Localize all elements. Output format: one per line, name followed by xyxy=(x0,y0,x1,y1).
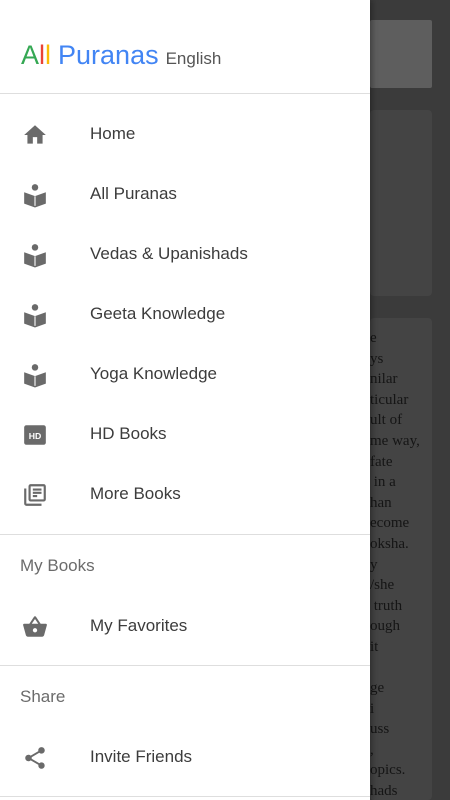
menu-item-label: Invite Friends xyxy=(90,747,193,766)
menu-item-label: More Books xyxy=(90,484,181,503)
background-text-card: e ys nilar ticular ult of me way, fate i… xyxy=(370,318,432,800)
logo-puranas: Puranas xyxy=(58,40,159,70)
section-divider xyxy=(0,665,370,666)
menu-item-label: Yoga Knowledge xyxy=(90,364,217,383)
app-logo: All Puranas English xyxy=(21,40,221,80)
background-card xyxy=(370,110,432,296)
section-title-my-books: My Books xyxy=(20,556,95,575)
menu-item-label: Geeta Knowledge xyxy=(90,304,226,323)
menu-item-invite-friends[interactable]: Invite Friends xyxy=(0,727,370,787)
menu-item-label: Home xyxy=(90,124,136,143)
menu-item-label: All Puranas xyxy=(90,184,177,203)
bottom-divider xyxy=(0,796,370,797)
menu-item-hd-books[interactable]: HD HD Books xyxy=(0,404,370,464)
book-reader-icon xyxy=(22,242,48,268)
section-divider xyxy=(0,534,370,535)
menu-item-label: HD Books xyxy=(90,424,167,443)
background-header xyxy=(370,20,432,88)
menu-item-home[interactable]: Home xyxy=(0,104,370,164)
header-divider xyxy=(0,93,370,94)
book-reader-icon xyxy=(22,362,48,388)
menu-item-my-favorites[interactable]: My Favorites xyxy=(0,596,370,656)
menu-item-label: My Favorites xyxy=(90,616,188,635)
menu-item-label: Vedas & Upanishads xyxy=(90,244,248,263)
menu-item-geeta-knowledge[interactable]: Geeta Knowledge xyxy=(0,284,370,344)
share-icon xyxy=(22,745,48,771)
home-icon xyxy=(22,122,48,148)
navigation-drawer: All Puranas English Home All Puranas Ved… xyxy=(0,0,370,800)
menu-item-yoga-knowledge[interactable]: Yoga Knowledge xyxy=(0,344,370,404)
section-title-share: Share xyxy=(20,687,66,706)
menu-item-all-puranas[interactable]: All Puranas xyxy=(0,164,370,224)
logo-language: English xyxy=(165,49,222,68)
logo-all: All xyxy=(21,40,52,70)
hd-icon: HD xyxy=(22,422,48,448)
library-books-icon xyxy=(22,482,48,508)
basket-icon xyxy=(22,614,48,640)
book-reader-icon xyxy=(22,182,48,208)
menu-item-more-books[interactable]: More Books xyxy=(0,464,370,524)
svg-text:HD: HD xyxy=(29,431,42,441)
menu-item-vedas-upanishads[interactable]: Vedas & Upanishads xyxy=(0,224,370,284)
background-text: e ys nilar ticular ult of me way, fate i… xyxy=(370,330,420,800)
book-reader-icon xyxy=(22,302,48,328)
